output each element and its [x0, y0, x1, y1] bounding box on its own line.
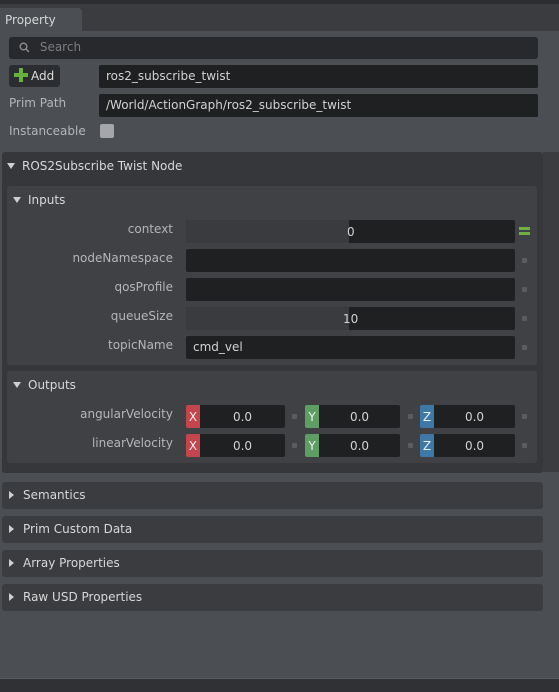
- angular-velocity-label: angularVelocity: [80, 407, 173, 421]
- default-marker-icon[interactable]: [408, 443, 413, 448]
- add-button[interactable]: Add: [9, 65, 60, 87]
- inputs-title: Inputs: [28, 193, 66, 207]
- node-title: ROS2Subscribe Twist Node: [22, 159, 183, 173]
- axis-z-tag: Z: [420, 405, 434, 428]
- linear-velocity-y-field[interactable]: 0.0: [319, 434, 400, 457]
- linear-velocity-x-field[interactable]: 0.0: [200, 434, 285, 457]
- instanceable-checkbox[interactable]: [100, 124, 114, 138]
- connected-icon[interactable]: [519, 227, 530, 236]
- tab-property[interactable]: Property: [0, 8, 82, 31]
- collapse-triangle-icon: [13, 197, 21, 203]
- expand-triangle-icon: [9, 525, 14, 533]
- prim-path-label: Prim Path: [9, 96, 67, 110]
- prim-path-field[interactable]: /World/ActionGraph/ros2_subscribe_twist: [99, 94, 538, 117]
- topic-name-field[interactable]: cmd_vel: [186, 336, 515, 359]
- queue-size-field[interactable]: 10: [186, 307, 515, 330]
- axis-z-tag: Z: [420, 434, 434, 457]
- queue-size-label: queueSize: [110, 309, 173, 323]
- search-icon: [19, 40, 40, 54]
- axis-x-tag: X: [186, 434, 200, 457]
- queue-size-value: 10: [343, 312, 359, 326]
- section-semantics-label: Semantics: [23, 488, 86, 502]
- axis-y-tag: Y: [305, 434, 319, 457]
- default-marker-icon[interactable]: [522, 414, 527, 419]
- angular-velocity-x-field[interactable]: 0.0: [200, 405, 285, 428]
- instanceable-label: Instanceable: [9, 124, 86, 138]
- section-array-properties[interactable]: Array Properties: [2, 550, 543, 577]
- outputs-header[interactable]: Outputs: [13, 378, 76, 392]
- section-prim-custom-data[interactable]: Prim Custom Data: [2, 516, 543, 543]
- search-placeholder: Search: [39, 40, 82, 54]
- axis-y-tag: Y: [305, 405, 319, 428]
- linear-velocity-label: linearVelocity: [91, 436, 173, 450]
- default-marker-icon[interactable]: [522, 258, 527, 263]
- inputs-header[interactable]: Inputs: [13, 193, 65, 207]
- linear-velocity-z-field[interactable]: 0.0: [434, 434, 515, 457]
- outputs-title: Outputs: [28, 378, 76, 392]
- search-input[interactable]: Search: [9, 37, 538, 59]
- axis-x-tag: X: [186, 405, 200, 428]
- section-semantics[interactable]: Semantics: [2, 482, 543, 509]
- slider-fill: [186, 307, 349, 330]
- section-raw-usd-properties[interactable]: Raw USD Properties: [2, 584, 543, 611]
- tab-bar: [0, 4, 559, 31]
- qos-profile-label: qosProfile: [114, 280, 173, 294]
- default-marker-icon[interactable]: [292, 443, 297, 448]
- context-value: 0: [347, 225, 355, 239]
- default-marker-icon[interactable]: [408, 414, 413, 419]
- scrollbar-track[interactable]: [543, 152, 559, 472]
- context-label: context: [127, 222, 173, 236]
- angular-velocity-y-field[interactable]: 0.0: [319, 405, 400, 428]
- section-array-properties-label: Array Properties: [23, 556, 120, 570]
- add-button-label: Add: [31, 69, 55, 83]
- default-marker-icon[interactable]: [522, 345, 527, 350]
- default-marker-icon[interactable]: [292, 414, 297, 419]
- section-raw-usd-properties-label: Raw USD Properties: [23, 590, 143, 604]
- collapse-triangle-icon: [7, 163, 15, 169]
- collapse-triangle-icon: [13, 382, 21, 388]
- default-marker-icon[interactable]: [522, 443, 527, 448]
- plus-icon: [14, 68, 28, 82]
- qos-profile-field[interactable]: [186, 278, 515, 301]
- expand-triangle-icon: [9, 593, 14, 601]
- angular-velocity-z-field[interactable]: 0.0: [434, 405, 515, 428]
- node-namespace-label: nodeNamespace: [72, 251, 173, 265]
- bottom-strip: [0, 678, 559, 692]
- node-frame-header[interactable]: ROS2Subscribe Twist Node: [7, 159, 182, 173]
- slider-fill: [186, 220, 349, 243]
- expand-triangle-icon: [9, 559, 14, 567]
- node-namespace-field[interactable]: [186, 249, 515, 272]
- expand-triangle-icon: [9, 491, 14, 499]
- prim-name-field[interactable]: ros2_subscribe_twist: [99, 65, 538, 88]
- context-field[interactable]: 0: [186, 220, 515, 243]
- topic-name-label: topicName: [108, 338, 173, 352]
- default-marker-icon[interactable]: [522, 316, 527, 321]
- section-prim-custom-data-label: Prim Custom Data: [23, 522, 133, 536]
- default-marker-icon[interactable]: [522, 287, 527, 292]
